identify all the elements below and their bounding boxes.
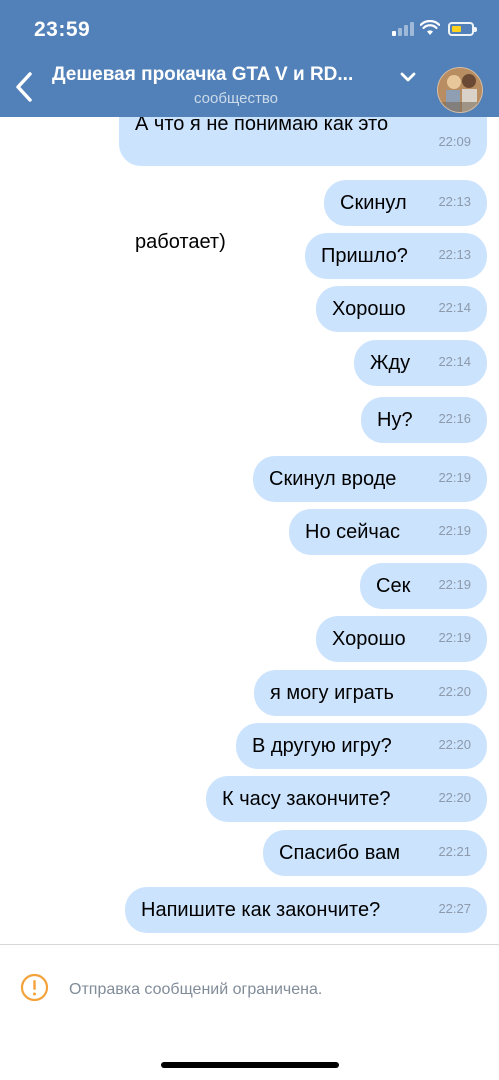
message-bubble[interactable]: В другую игру? 22:20 bbox=[236, 723, 487, 769]
message-time: 22:14 bbox=[438, 354, 471, 369]
message-bubble[interactable]: К часу закончите? 22:20 bbox=[206, 776, 487, 822]
message-time: 22:20 bbox=[438, 737, 471, 752]
message-bubble[interactable]: Хорошо 22:19 bbox=[316, 616, 487, 662]
message-time: 22:19 bbox=[438, 630, 471, 645]
message-text: я могу играть bbox=[270, 682, 394, 704]
message-time: 22:19 bbox=[438, 577, 471, 592]
message-bubble[interactable]: Напишите как закончите? 22:27 bbox=[125, 887, 487, 933]
message-time: 22:20 bbox=[438, 684, 471, 699]
message-bubble[interactable]: Скинул 22:13 bbox=[324, 180, 487, 226]
message-time: 22:19 bbox=[438, 470, 471, 485]
message-bubble[interactable]: Спасибо вам 22:21 bbox=[263, 830, 487, 876]
status-time: 23:59 bbox=[34, 18, 91, 41]
chevron-down-icon[interactable] bbox=[399, 70, 417, 84]
message-time: 22:19 bbox=[438, 523, 471, 538]
message-text: Скинул вроде bbox=[269, 468, 397, 490]
message-text: Пришло? bbox=[321, 245, 408, 267]
signal-icon bbox=[392, 22, 414, 36]
status-bar: 23:59 bbox=[0, 0, 499, 58]
home-indicator[interactable] bbox=[161, 1062, 339, 1068]
message-text: К часу закончите? bbox=[222, 788, 391, 810]
message-bubble[interactable]: Хорошо 22:14 bbox=[316, 286, 487, 332]
message-bubble[interactable]: Ну? 22:16 bbox=[361, 397, 487, 443]
chat-subtitle: сообщество bbox=[194, 90, 278, 107]
chat-header: 23:59 Дешевая прокачка GTA V и RD... соо… bbox=[0, 0, 499, 117]
message-text: Хорошо bbox=[332, 298, 406, 320]
message-list[interactable]: А что я не понимаю как это работает) 22:… bbox=[0, 0, 499, 944]
message-bubble[interactable]: Сек 22:19 bbox=[360, 563, 487, 609]
message-bubble[interactable]: я могу играть 22:20 bbox=[254, 670, 487, 716]
battery-icon bbox=[448, 22, 477, 36]
message-time: 22:14 bbox=[438, 300, 471, 315]
message-time: 22:21 bbox=[438, 844, 471, 859]
message-bubble[interactable]: Жду 22:14 bbox=[354, 340, 487, 386]
message-text: Ну? bbox=[377, 409, 413, 431]
message-time: 22:13 bbox=[438, 247, 471, 262]
message-text: Напишите как закончите? bbox=[141, 899, 381, 921]
wifi-icon bbox=[420, 20, 440, 35]
community-avatar[interactable] bbox=[437, 67, 483, 113]
message-time: 22:13 bbox=[438, 194, 471, 209]
message-time: 22:09 bbox=[438, 134, 471, 149]
message-text: Сек bbox=[376, 575, 411, 597]
restriction-text: Отправка сообщений ограничена. bbox=[69, 981, 323, 998]
message-text: работает) bbox=[135, 231, 226, 253]
restriction-notice: Отправка сообщений ограничена. bbox=[0, 945, 499, 1080]
message-text: В другую игру? bbox=[252, 735, 392, 757]
message-time: 22:16 bbox=[438, 411, 471, 426]
message-text: Жду bbox=[370, 352, 411, 374]
message-text: Хорошо bbox=[332, 628, 406, 650]
message-bubble[interactable]: Пришло? 22:13 bbox=[305, 233, 487, 279]
message-text: Спасибо вам bbox=[279, 842, 400, 864]
warning-circle-icon bbox=[20, 973, 49, 1002]
message-text: Но сейчас bbox=[305, 521, 400, 543]
message-time: 22:20 bbox=[438, 790, 471, 805]
message-bubble[interactable]: Но сейчас 22:19 bbox=[289, 509, 487, 555]
message-time: 22:27 bbox=[438, 901, 471, 916]
message-bubble[interactable]: Скинул вроде 22:19 bbox=[253, 456, 487, 502]
message-text: Скинул bbox=[340, 192, 407, 214]
chat-title[interactable]: Дешевая прокачка GTA V и RD... bbox=[52, 64, 353, 86]
